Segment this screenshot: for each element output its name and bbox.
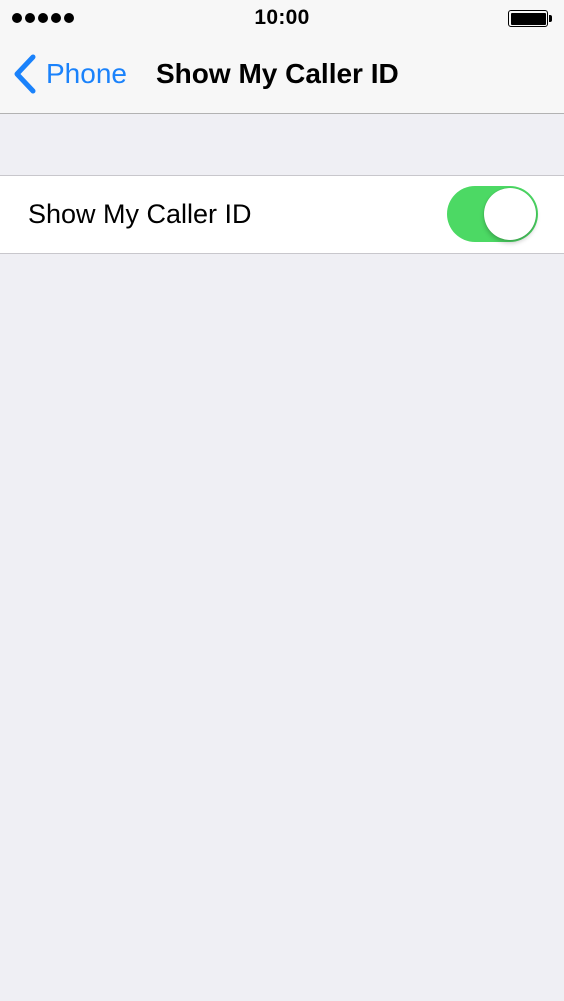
navigation-bar: Phone Show My Caller ID bbox=[0, 36, 564, 114]
settings-group: Show My Caller ID bbox=[0, 175, 564, 254]
page-title: Show My Caller ID bbox=[156, 58, 399, 89]
status-time: 10:00 bbox=[254, 6, 310, 29]
status-bar: 10:00 bbox=[0, 0, 564, 36]
back-button-label: Phone bbox=[46, 58, 127, 89]
battery-icon bbox=[508, 10, 552, 27]
toggle-knob bbox=[484, 188, 536, 240]
show-caller-id-toggle[interactable] bbox=[447, 186, 538, 242]
back-button[interactable]: Phone bbox=[12, 36, 127, 112]
battery-nub bbox=[549, 15, 552, 22]
battery-body bbox=[508, 10, 548, 27]
battery-fill bbox=[510, 12, 546, 25]
chevron-left-icon bbox=[14, 54, 36, 94]
show-caller-id-label: Show My Caller ID bbox=[28, 199, 252, 229]
